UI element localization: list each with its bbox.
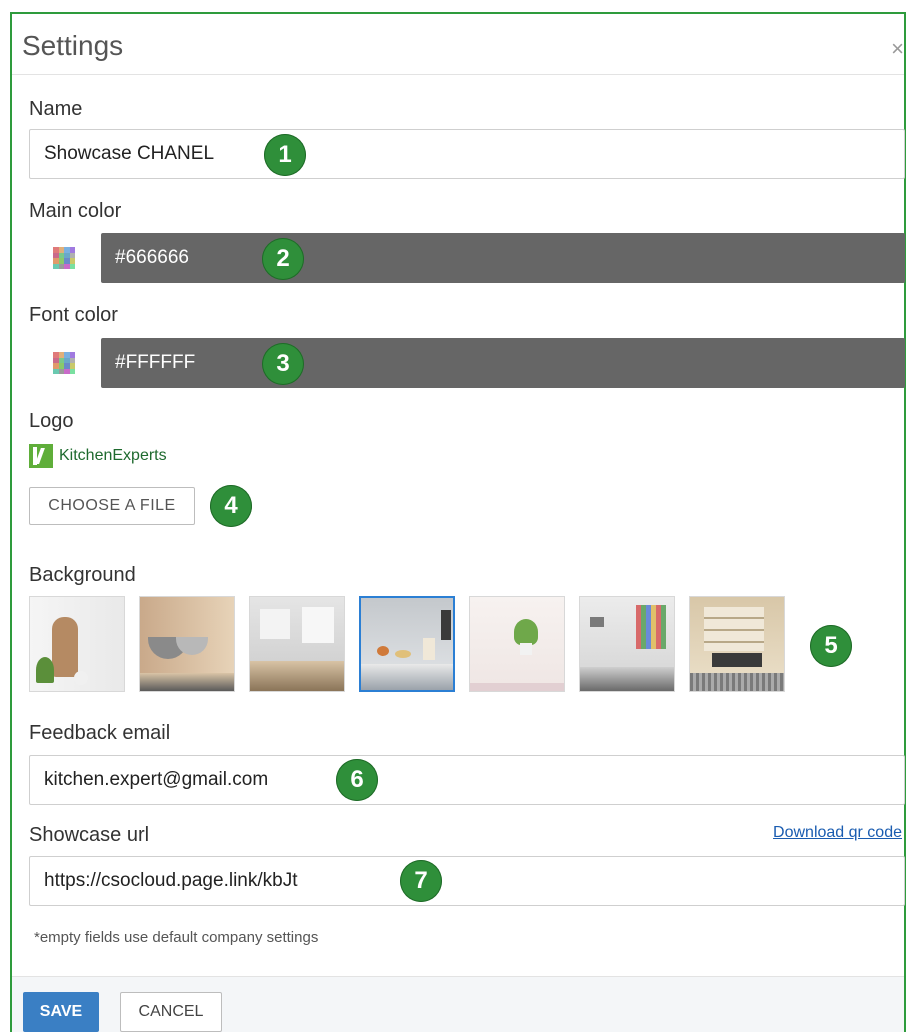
background-thumbnail-4[interactable] [359, 596, 455, 692]
cancel-button[interactable]: CANCEL [120, 992, 222, 1032]
background-label: Background [29, 564, 136, 586]
download-qr-code-link[interactable]: Download qr code [773, 824, 902, 842]
dialog-title: Settings [22, 30, 124, 61]
callout-badge-4: 4 [210, 485, 252, 527]
showcase-url-label: Showcase url [29, 824, 150, 846]
default-settings-note: *empty fields use default company settin… [34, 929, 319, 946]
callout-badge-7: 7 [400, 860, 442, 902]
save-button[interactable]: SAVE [23, 992, 99, 1032]
feedback-email-input[interactable]: kitchen.expert@gmail.com [29, 755, 905, 805]
callout-badge-2: 2 [262, 238, 304, 280]
close-icon[interactable]: × [891, 36, 904, 62]
callout-badge-3: 3 [262, 343, 304, 385]
main-color-picker-icon[interactable] [53, 247, 75, 269]
showcase-url-input[interactable]: https://csocloud.page.link/kbJt [29, 856, 905, 906]
dialog-footer: SAVE CANCEL [12, 976, 904, 1032]
font-color-label: Font color [29, 304, 118, 326]
callout-badge-5: 5 [810, 625, 852, 667]
settings-dialog: Settings × Name Showcase CHANEL 1 Main c… [10, 12, 906, 1032]
name-input[interactable]: Showcase CHANEL [29, 129, 905, 179]
background-thumbnail-6[interactable] [579, 596, 675, 692]
kitchen-experts-logo-icon [29, 444, 53, 468]
background-thumbnail-2[interactable] [139, 596, 235, 692]
logo-label: Logo [29, 410, 74, 432]
logo-preview: KitchenExperts [29, 444, 167, 468]
background-thumbnail-7[interactable] [689, 596, 785, 692]
background-thumbnail-3[interactable] [249, 596, 345, 692]
logo-text: KitchenExperts [59, 447, 167, 464]
font-color-input[interactable]: #FFFFFF [101, 338, 905, 388]
feedback-email-label: Feedback email [29, 722, 171, 744]
callout-badge-1: 1 [264, 134, 306, 176]
choose-file-button[interactable]: CHOOSE A FILE [29, 487, 195, 525]
dialog-header: Settings × [12, 14, 904, 75]
background-thumbnail-5[interactable] [469, 596, 565, 692]
name-label: Name [29, 98, 83, 120]
main-color-label: Main color [29, 200, 122, 222]
callout-badge-6: 6 [336, 759, 378, 801]
background-thumbnail-1[interactable] [29, 596, 125, 692]
font-color-picker-icon[interactable] [53, 352, 75, 374]
main-color-input[interactable]: #666666 [101, 233, 905, 283]
